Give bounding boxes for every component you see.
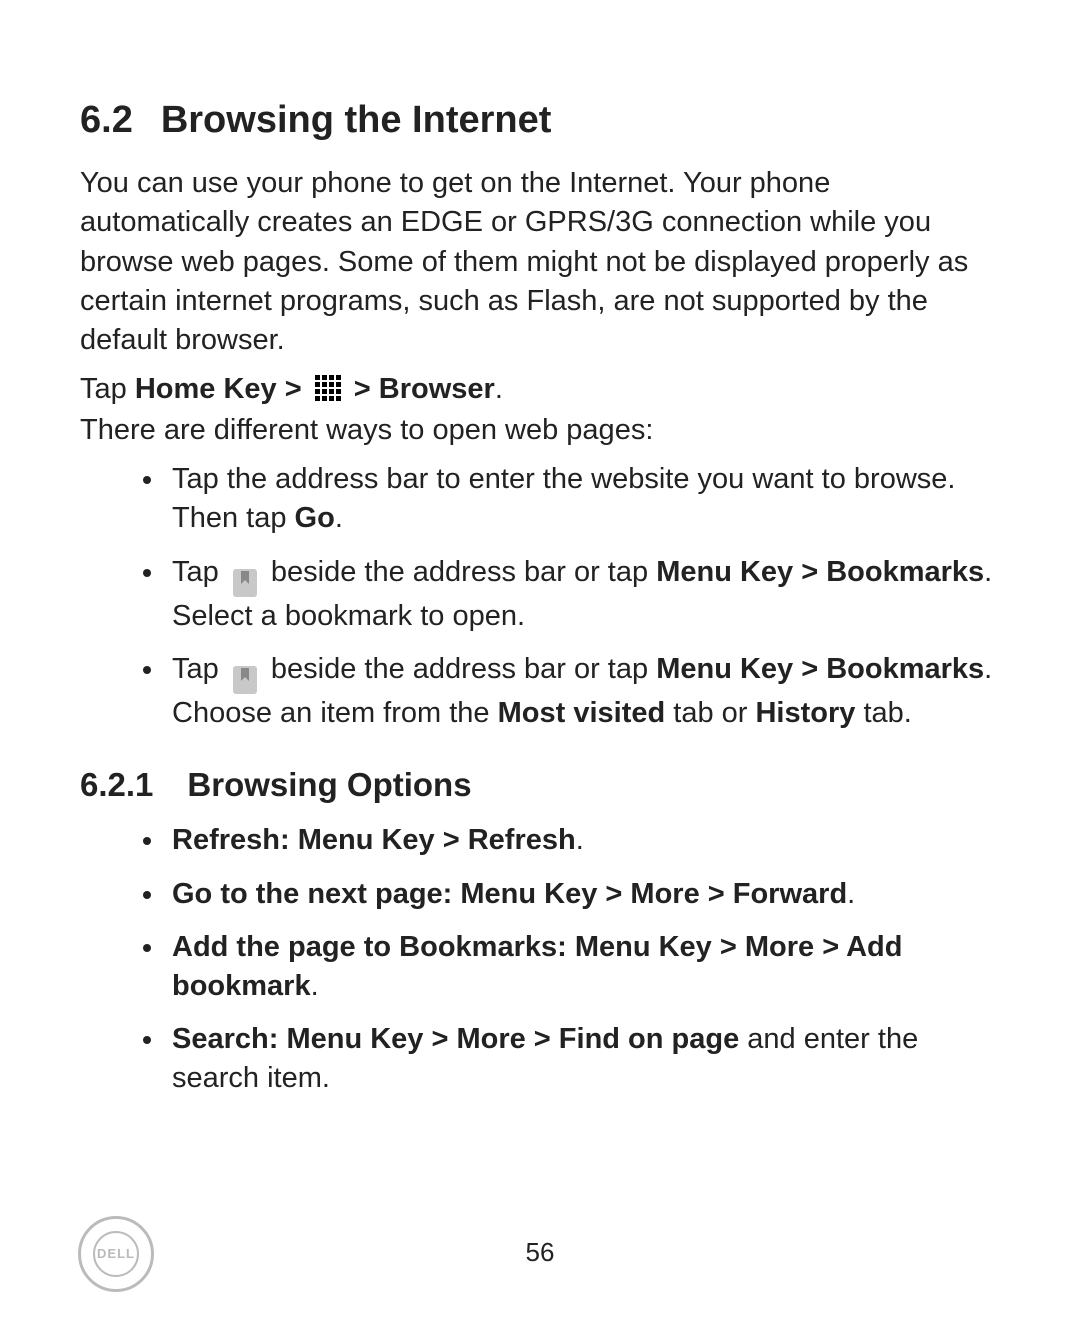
page-number: 56	[0, 1235, 1080, 1270]
list-item: Search: Menu Key > More > Find on page a…	[166, 1020, 1000, 1098]
subsection-title: Browsing Options	[187, 766, 471, 803]
list-item: Tap the address bar to enter the website…	[166, 460, 1000, 538]
list-item: Tap beside the address bar or tap Menu K…	[166, 650, 1000, 733]
ways-intro: There are different ways to open web pag…	[80, 411, 1000, 450]
section-title: Browsing the Internet	[161, 99, 552, 141]
bookmark-icon	[233, 569, 257, 597]
intro-paragraph: You can use your phone to get on the Int…	[80, 164, 1000, 360]
list-item: Add the page to Bookmarks: Menu Key > Mo…	[166, 928, 1000, 1006]
subsection-number: 6.2.1	[80, 766, 153, 803]
list-item: Go to the next page: Menu Key > More > F…	[166, 875, 1000, 914]
dell-logo-text: DELL	[93, 1231, 139, 1277]
list-item: Tap beside the address bar or tap Menu K…	[166, 553, 1000, 636]
bookmark-icon	[233, 666, 257, 694]
dell-logo-icon: DELL	[78, 1216, 154, 1292]
tap-instruction: Tap Home Key > > Browser.	[80, 370, 1000, 409]
subsection-heading: 6.2.1 Browsing Options	[80, 763, 1000, 808]
ways-list: Tap the address bar to enter the website…	[80, 460, 1000, 733]
section-heading: 6.2 Browsing the Internet	[80, 95, 1000, 146]
apps-grid-icon	[314, 374, 342, 402]
options-list: Refresh: Menu Key > Refresh. Go to the n…	[80, 821, 1000, 1098]
section-number: 6.2	[80, 99, 133, 141]
list-item: Refresh: Menu Key > Refresh.	[166, 821, 1000, 860]
